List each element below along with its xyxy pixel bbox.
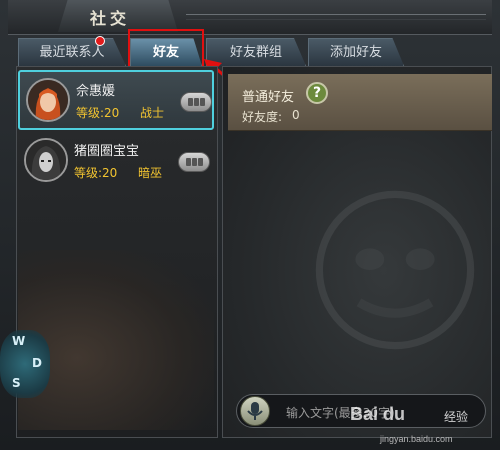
tab-recent-contacts[interactable]: 最近联系人 bbox=[18, 38, 126, 66]
chat-bubble-button[interactable] bbox=[180, 92, 212, 112]
friend-class: 战士 bbox=[140, 106, 165, 120]
title-ornament bbox=[186, 14, 486, 20]
tab-highlight-box bbox=[128, 29, 204, 69]
avatar bbox=[24, 138, 68, 182]
dpad-key-up[interactable]: W bbox=[12, 334, 25, 348]
intimacy-value: 0 bbox=[292, 108, 300, 122]
friend-row[interactable]: 猪圈圈宝宝 等级:20 暗巫 bbox=[18, 132, 214, 192]
friend-name: 佘惠媛 bbox=[76, 84, 116, 99]
baidu-logo: Bai du bbox=[350, 404, 406, 424]
chat-bubble-button[interactable] bbox=[178, 152, 210, 172]
avatar bbox=[26, 78, 70, 122]
friend-class: 暗巫 bbox=[138, 166, 163, 180]
notification-dot-icon bbox=[95, 36, 105, 46]
carved-face-background-icon bbox=[315, 190, 475, 350]
help-icon[interactable]: ? bbox=[306, 82, 328, 104]
tab-add-friend[interactable]: 添加好友 bbox=[308, 38, 404, 66]
friend-name: 猪圈圈宝宝 bbox=[74, 144, 140, 159]
window-title: 社交 bbox=[89, 9, 130, 28]
friend-row[interactable]: 佘惠媛 等级:20 战士 bbox=[18, 70, 214, 130]
friend-level: 等级:20 bbox=[76, 106, 120, 120]
microphone-button[interactable] bbox=[240, 396, 270, 426]
social-window: 社交 最近联系人 好友 好友群组 添加好友 佘惠媛 等级:20 战士 猪圈圈宝宝… bbox=[0, 0, 500, 450]
baidu-jingyan-text: 经验 bbox=[444, 410, 469, 424]
direction-pad[interactable]: W D S bbox=[0, 330, 50, 398]
baidu-url: jingyan.baidu.com bbox=[380, 434, 453, 444]
group-title: 普通好友 bbox=[242, 90, 295, 105]
dpad-key-down[interactable]: S bbox=[12, 376, 21, 390]
list-background-art bbox=[18, 250, 214, 430]
friend-level: 等级:20 bbox=[74, 166, 118, 180]
microphone-icon bbox=[247, 402, 263, 420]
dpad-key-right[interactable]: D bbox=[32, 356, 42, 370]
intimacy-label: 好友度: bbox=[242, 110, 283, 124]
